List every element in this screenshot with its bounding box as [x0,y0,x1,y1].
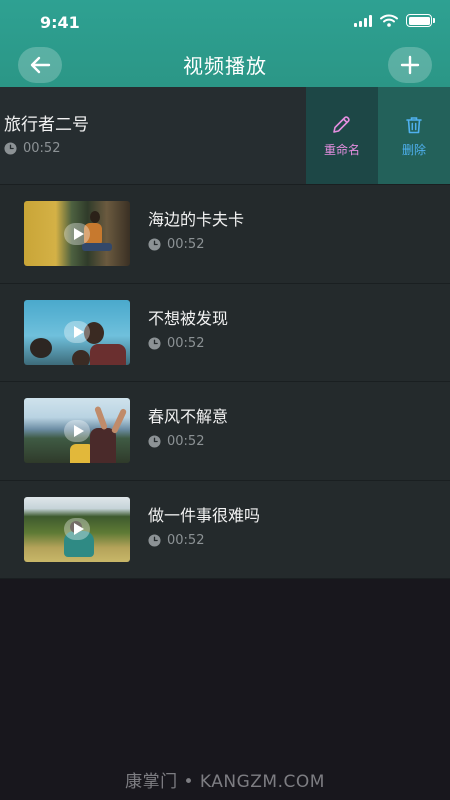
duration-text: 00:52 [167,532,205,548]
video-list: 旅行者二号 00:52 重命名 删除 海边的卡夫卡 00:52 不想被发现 00… [0,87,450,579]
video-title: 春风不解意 [148,407,229,426]
wifi-icon [380,14,398,27]
list-item[interactable]: 不想被发现 00:52 [0,284,450,382]
clock-icon [4,142,17,155]
video-thumbnail[interactable] [24,299,130,365]
clock-icon [148,533,161,547]
play-icon [64,518,90,540]
status-bar: 9:41 [0,0,450,44]
duration-text: 00:52 [167,434,205,449]
nav-bar: 视频播放 [0,44,450,87]
video-thumbnail[interactable] [24,201,130,266]
clock-icon [148,435,161,448]
play-icon [64,321,90,343]
watermark: 康掌门 • KANGZM.COM [125,772,325,792]
duration-text: 00:52 [23,141,61,156]
plus-icon [400,55,420,75]
cellular-signal-icon [354,14,372,27]
video-thumbnail[interactable] [24,496,130,562]
duration-text: 00:52 [167,335,205,351]
video-duration: 00:52 [148,434,204,449]
play-icon [64,222,90,245]
video-duration: 00:52 [4,141,60,156]
rename-button[interactable]: 重命名 [306,87,378,184]
delete-label: 删除 [401,142,426,157]
video-title: 海边的卡夫卡 [148,210,245,229]
status-time: 9:41 [40,13,80,32]
video-duration: 00:52 [148,237,204,252]
page-title: 视频播放 [183,54,267,78]
video-title: 做一件事很难吗 [148,505,261,525]
video-duration: 00:52 [148,533,204,548]
video-duration: 00:52 [148,336,204,351]
rename-label: 重命名 [323,142,360,157]
video-title: 不想被发现 [148,308,229,328]
list-item[interactable]: 做一件事很难吗 00:52 [0,481,450,579]
trash-icon [406,116,422,133]
list-item[interactable]: 海边的卡夫卡 00:52 [0,185,450,284]
header: 9:41 视频播放 [0,0,450,87]
list-item[interactable]: 春风不解意 00:52 [0,382,450,481]
video-thumbnail[interactable] [24,398,130,463]
play-icon [64,419,90,442]
clock-icon [148,238,161,251]
status-icons [354,14,435,27]
duration-text: 00:52 [167,237,205,252]
delete-button[interactable]: 删除 [378,87,450,184]
pencil-icon [333,115,350,133]
swiped-item-content[interactable]: 旅行者二号 00:52 [0,87,328,184]
video-title: 旅行者二号 [4,115,89,135]
clock-icon [148,336,161,350]
battery-icon [406,14,435,27]
add-button[interactable] [388,47,432,83]
list-item-swiped[interactable]: 旅行者二号 00:52 重命名 删除 [0,87,450,185]
